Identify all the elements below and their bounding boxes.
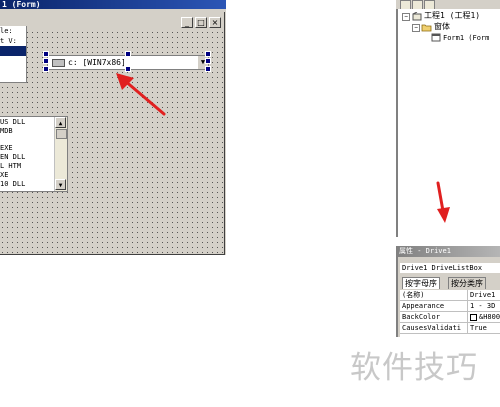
object-selector[interactable]: Drive1 DriveListBox — [400, 263, 500, 273]
file-list-item[interactable]: MDB — [0, 127, 52, 136]
file-list-box[interactable]: US DLL MDB EXE EN DLL L HTM XE 10 DLL ▲ … — [0, 116, 68, 192]
property-value[interactable]: Drive1 — [467, 290, 495, 300]
drive-icon — [52, 59, 65, 67]
minimize-button[interactable]: _ — [181, 17, 193, 28]
designer-title: 1 (Form) — [2, 0, 41, 9]
forms-folder-label[interactable]: 窗体 — [434, 22, 450, 32]
file-list-item[interactable] — [0, 136, 52, 145]
maximize-button[interactable]: □ — [195, 17, 207, 28]
resize-handle[interactable] — [125, 51, 131, 57]
dir-list-item[interactable]: t V: — [0, 36, 26, 46]
resize-handle[interactable] — [205, 58, 211, 64]
property-row[interactable]: CausesValidati True — [400, 323, 500, 334]
file-list-item[interactable]: EN DLL — [0, 153, 52, 162]
property-name: BackColor — [402, 313, 440, 321]
scroll-thumb[interactable] — [56, 129, 67, 139]
property-row[interactable]: BackColor &H8000 — [400, 312, 500, 323]
file-list-item[interactable]: L HTM — [0, 162, 52, 171]
property-name: (名称) — [402, 291, 425, 299]
property-name: CausesValidati — [402, 324, 462, 332]
form1-tree-item[interactable]: Form1 (Form — [443, 33, 489, 43]
form-titlebar: _ □ × — [0, 12, 223, 30]
property-value[interactable]: &H8000 — [467, 312, 500, 322]
resize-handle[interactable] — [205, 66, 211, 72]
tab-alphabetic[interactable]: 按字母序 — [402, 277, 440, 289]
collapse-icon[interactable]: − — [402, 13, 410, 21]
scroll-up-button[interactable]: ▲ — [55, 117, 66, 128]
dir-list-box[interactable]: le: t V: — [0, 26, 27, 83]
property-row[interactable]: (名称) Drive1 — [400, 290, 500, 301]
folder-icon — [421, 23, 432, 32]
red-arrow-annotation — [436, 181, 450, 223]
form-icon — [431, 33, 441, 42]
watermark-text: 软件技巧 — [350, 350, 478, 386]
project-explorer: − 工程1 (工程1) − 窗体 Form1 (Form — [396, 9, 500, 237]
resize-handle[interactable] — [43, 58, 49, 64]
properties-titlebar: 属性 - Drive1 — [396, 246, 500, 257]
scroll-down-button[interactable]: ▼ — [55, 179, 66, 190]
file-list-item[interactable]: 10 DLL — [0, 180, 52, 189]
dir-list-item[interactable]: le: — [0, 26, 26, 36]
designer-titlebar: 1 (Form) — [0, 0, 226, 9]
file-list-item[interactable]: US DLL — [0, 118, 52, 127]
red-arrow-annotation — [116, 73, 166, 116]
file-list-scrollbar[interactable]: ▲ ▼ — [54, 117, 67, 191]
collapse-icon[interactable]: − — [412, 24, 420, 32]
file-list-item[interactable]: XE — [0, 171, 52, 180]
close-button[interactable]: × — [209, 17, 221, 28]
tab-categorized[interactable]: 按分类序 — [448, 277, 486, 289]
resize-handle[interactable] — [43, 51, 49, 57]
project-icon — [412, 11, 422, 21]
file-list-item[interactable]: EXE — [0, 144, 52, 153]
property-value[interactable]: True — [467, 323, 487, 333]
dir-list-item-selected[interactable] — [0, 46, 26, 56]
property-grid: (名称) Drive1 Appearance 1 - 3D BackColor … — [400, 290, 500, 337]
property-value[interactable]: 1 - 3D — [467, 301, 495, 311]
property-row[interactable]: Appearance 1 - 3D — [400, 301, 500, 312]
properties-window: Drive1 DriveListBox 按字母序 按分类序 (名称) Drive… — [396, 257, 500, 337]
property-name: Appearance — [402, 302, 445, 310]
project-root-label[interactable]: 工程1 (工程1) — [424, 11, 480, 21]
resize-handle[interactable] — [43, 66, 49, 72]
resize-handle[interactable] — [205, 51, 211, 57]
color-swatch-icon — [470, 314, 477, 321]
